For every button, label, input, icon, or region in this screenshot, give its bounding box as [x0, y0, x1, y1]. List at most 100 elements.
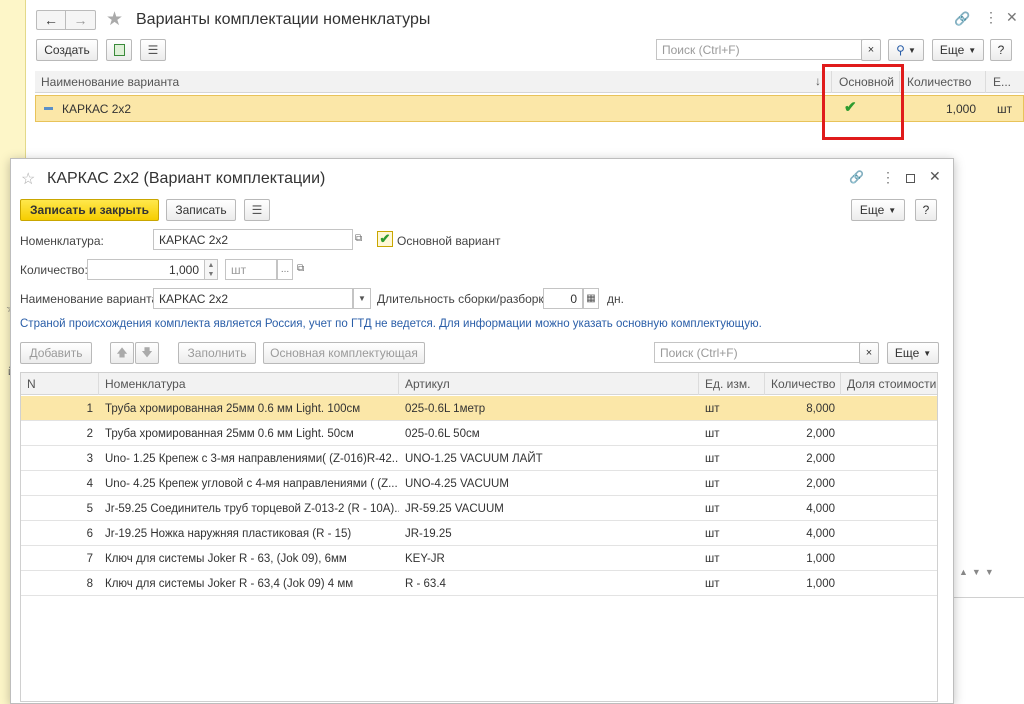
- col-article[interactable]: Артикул: [399, 373, 699, 395]
- forward-button[interactable]: →: [66, 10, 96, 30]
- variant-name-label: Наименование варианта:: [20, 292, 162, 306]
- main-component-button[interactable]: Основная комплектующая: [263, 342, 425, 364]
- table-row[interactable]: 5 Jr-59.25 Соединитель труб торцевой Z-01…: [21, 496, 937, 521]
- cell-unit: шт: [705, 527, 720, 540]
- variant-name-dropdown[interactable]: ▼: [353, 288, 371, 309]
- main-help-button[interactable]: ?: [990, 39, 1012, 61]
- col-nomenclature[interactable]: Номенклатура: [99, 373, 399, 395]
- kebab-icon[interactable]: ⋮: [984, 9, 998, 26]
- table-row[interactable]: 2 Труба хромированная 25мм 0.6 мм Light. …: [21, 421, 937, 446]
- scroll-end-icon[interactable]: ▼: [985, 567, 994, 583]
- dialog-star-icon[interactable]: ☆: [21, 169, 35, 189]
- close-icon[interactable]: ✕: [1006, 9, 1018, 26]
- table-row[interactable]: 6 Jr-19.25 Ножка наружняя пластиковая (R …: [21, 521, 937, 546]
- nomenclature-field[interactable]: КАРКАС 2х2: [153, 229, 353, 250]
- row-marker-icon: [44, 107, 53, 110]
- cell-unit: шт: [705, 577, 720, 590]
- cell-unit: шт: [705, 402, 720, 415]
- dialog-list-button[interactable]: ☰: [244, 199, 270, 221]
- maximize-icon[interactable]: [906, 174, 915, 183]
- fill-button[interactable]: Заполнить: [178, 342, 256, 364]
- col-variant-name[interactable]: Наименование варианта: [35, 71, 832, 93]
- sort-down-icon: ↓: [815, 74, 821, 88]
- dialog-link-icon[interactable]: 🔗: [849, 170, 864, 184]
- favorite-star-icon[interactable]: ★: [106, 8, 123, 31]
- dialog-search-clear-button[interactable]: ×: [859, 342, 879, 364]
- unit-field[interactable]: шт: [225, 259, 277, 280]
- col-qty[interactable]: Количество: [765, 373, 841, 395]
- cell-article: JR-19.25: [405, 527, 452, 540]
- save-and-close-button[interactable]: Записать и закрыть: [20, 199, 159, 221]
- cell-qty: 2,000: [806, 477, 835, 490]
- info-text: Страной происхождения комплекта является…: [20, 318, 762, 330]
- dialog-help-button[interactable]: ?: [915, 199, 937, 221]
- nomenclature-label: Номенклатура:: [20, 234, 104, 248]
- cell-n: 5: [86, 502, 93, 515]
- open-nomenclature-icon[interactable]: ⧉: [355, 233, 362, 244]
- quantity-stepper[interactable]: ▲ ▼: [204, 259, 218, 280]
- col-n[interactable]: N: [21, 373, 99, 395]
- table-row[interactable]: 4 Uno- 4.25 Крепеж угловой с 4-мя направл…: [21, 471, 937, 496]
- back-button[interactable]: ←: [36, 10, 66, 30]
- quantity-label: Количество:: [20, 263, 88, 277]
- list-button[interactable]: ☰: [140, 39, 166, 61]
- scroll-up-icon[interactable]: ▲: [959, 567, 968, 583]
- move-down-button[interactable]: 🡇: [135, 342, 159, 364]
- dialog-window: ☆ КАРКАС 2х2 (Вариант комплектации) 🔗 ⋮ …: [10, 158, 954, 704]
- dialog-title: КАРКАС 2х2 (Вариант комплектации): [47, 170, 326, 187]
- main-row-quantity: 1,000: [946, 102, 977, 116]
- table-row[interactable]: 8 Ключ для системы Joker R - 63,4 (Jok 09…: [21, 571, 937, 596]
- checkbox-check-icon: ✔: [379, 231, 391, 246]
- dialog-more-button[interactable]: Еще ▼: [851, 199, 905, 221]
- col-quantity[interactable]: Количество: [901, 71, 986, 93]
- create-button[interactable]: Создать: [36, 39, 98, 61]
- cell-qty: 2,000: [806, 452, 835, 465]
- copy-button[interactable]: [106, 39, 132, 61]
- main-row-unit: шт: [997, 102, 1013, 116]
- cell-unit: шт: [705, 477, 720, 490]
- cell-name: Ключ для системы Joker R - 63,4 (Jok 09)…: [105, 577, 354, 590]
- col-cost-share[interactable]: Доля стоимости: [841, 373, 937, 395]
- col-unit[interactable]: Е...: [987, 71, 1024, 93]
- table-row[interactable]: 3 Uno- 1.25 Крепеж с 3-мя направлениями( …: [21, 446, 937, 471]
- cell-article: KEY-JR: [405, 552, 445, 565]
- dialog-close-icon[interactable]: ✕: [929, 168, 941, 185]
- move-up-button[interactable]: 🡅: [110, 342, 134, 364]
- table-row[interactable]: 1 Труба хромированная 25мм 0.6 мм Light. …: [21, 396, 937, 421]
- table-more-button[interactable]: Еще ▼: [887, 342, 939, 364]
- cell-unit: шт: [705, 552, 720, 565]
- cell-qty: 2,000: [806, 427, 835, 440]
- scroll-controls[interactable]: ▲ ▼ ▼: [959, 567, 1023, 583]
- main-variant-label: Основной вариант: [397, 234, 501, 248]
- open-unit-icon[interactable]: ⧉: [297, 263, 304, 274]
- dialog-search-input[interactable]: Поиск (Ctrl+F): [654, 342, 860, 363]
- forward-arrow-icon: →: [73, 12, 88, 28]
- cell-name: Jr-59.25 Соединитель труб торцевой Z-013…: [105, 502, 399, 515]
- calculator-icon[interactable]: ▦: [583, 288, 599, 309]
- copy-icon: [113, 44, 125, 56]
- unit-select-button[interactable]: ...: [277, 259, 293, 280]
- cell-name: Труба хромированная 25мм 0.6 мм Light. 5…: [105, 427, 354, 440]
- main-window-title: Варианты комплектации номенклатуры: [136, 11, 431, 28]
- link-icon[interactable]: 🔗: [954, 11, 970, 27]
- table-row[interactable]: 7 Ключ для системы Joker R - 63, (Jok 09)…: [21, 546, 937, 571]
- scroll-down-icon[interactable]: ▼: [972, 567, 981, 583]
- main-search-clear-button[interactable]: ×: [861, 39, 881, 61]
- quantity-field[interactable]: 1,000: [87, 259, 205, 280]
- variant-name-field[interactable]: КАРКАС 2х2: [153, 288, 353, 309]
- add-button[interactable]: Добавить: [20, 342, 92, 364]
- cell-name: Uno- 1.25 Крепеж с 3-мя направлениями( (…: [105, 452, 399, 465]
- main-variant-checkbox[interactable]: ✔: [377, 231, 393, 247]
- save-button[interactable]: Записать: [166, 199, 236, 221]
- main-more-button[interactable]: Еще ▼: [932, 39, 984, 61]
- col-unit[interactable]: Ед. изм.: [699, 373, 765, 395]
- cell-qty: 4,000: [806, 527, 835, 540]
- components-rows: 1 Труба хромированная 25мм 0.6 мм Light. …: [21, 396, 937, 701]
- duration-field[interactable]: 0: [543, 288, 583, 309]
- cell-article: JR-59.25 VACUUM: [405, 502, 504, 515]
- dialog-kebab-icon[interactable]: ⋮: [881, 169, 895, 186]
- duration-unit: дн.: [607, 292, 624, 306]
- main-search-button[interactable]: ⚲ ▼: [888, 39, 924, 61]
- main-search-input[interactable]: Поиск (Ctrl+F): [656, 39, 862, 60]
- cell-article: R - 63.4: [405, 577, 446, 590]
